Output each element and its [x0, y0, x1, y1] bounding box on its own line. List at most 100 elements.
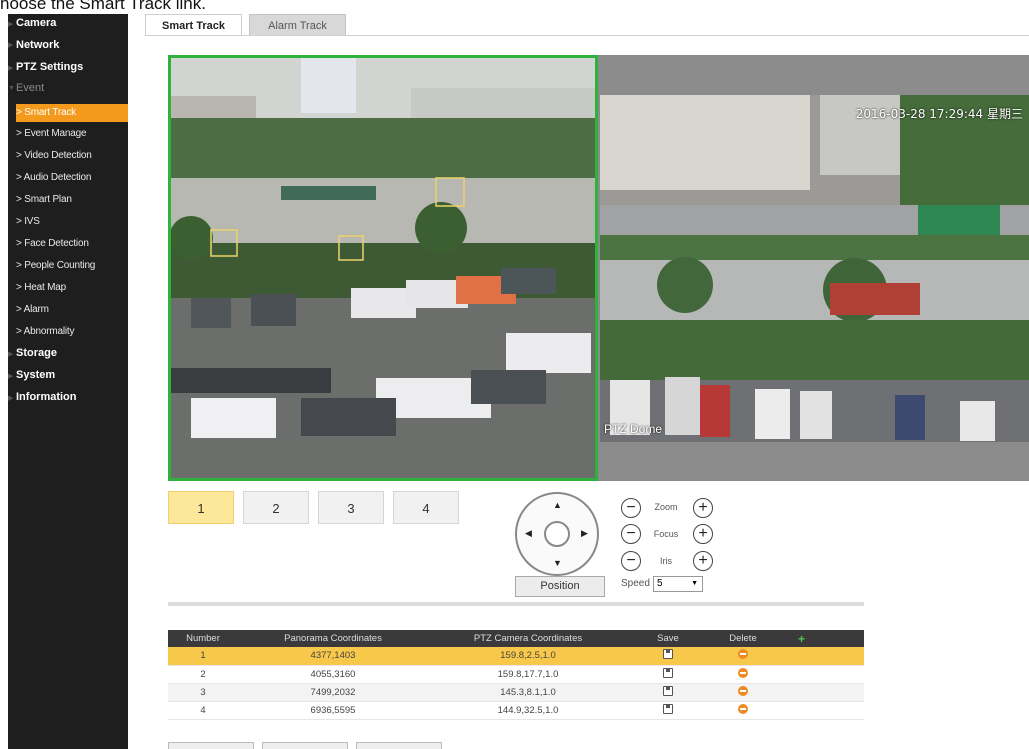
ptz-timestamp: 2016-03-28 17:29:44 星期三 [855, 107, 1023, 121]
bottom-button[interactable] [262, 742, 348, 749]
save-icon[interactable] [663, 685, 673, 696]
row-panorama: 6936,5595 [238, 701, 428, 720]
delete-cell [708, 701, 778, 720]
panorama-scene-image [171, 58, 595, 478]
col-delete: Delete [708, 630, 778, 647]
ptz-video[interactable]: 2016-03-28 17:29:44 星期三 PTZ Dome [600, 95, 1029, 442]
tab-divider [145, 35, 1029, 36]
zoom-label: Zoom [654, 502, 678, 512]
sidebar-item-event-manage[interactable]: > Event Manage [16, 128, 136, 139]
down-arrow-icon[interactable]: ▼ [553, 558, 562, 568]
row-ptz: 144.9,32.5,1.0 [428, 701, 628, 720]
row-panorama: 4055,3160 [238, 665, 428, 684]
left-arrow-icon[interactable]: ◀ [525, 528, 532, 539]
sidebar-item-abnormality[interactable]: > Abnormality [16, 326, 136, 337]
caret-icon: ▶ [8, 65, 14, 72]
table-row[interactable]: 4 6936,5595 144.9,32.5,1.0 [168, 701, 864, 720]
bottom-button[interactable] [356, 742, 442, 749]
iris-plus-button[interactable]: + [693, 551, 713, 571]
row-number: 3 [168, 683, 238, 702]
nav-network[interactable]: Network [16, 39, 59, 51]
sidebar-item-video-detection[interactable]: > Video Detection [16, 150, 136, 161]
channel-button-2[interactable]: 2 [243, 491, 309, 524]
position-button[interactable]: Position [515, 576, 605, 597]
col-number: Number [168, 630, 238, 647]
row-ptz: 159.8,2.5,1.0 [428, 647, 628, 666]
section-divider [168, 602, 864, 606]
sidebar-item-people-counting[interactable]: > People Counting [16, 260, 136, 271]
delete-icon[interactable] [738, 667, 748, 678]
sidebar-item-heat-map[interactable]: > Heat Map [16, 282, 136, 293]
caret-icon: ▶ [8, 42, 14, 49]
empty-cell [778, 701, 864, 720]
delete-icon[interactable] [738, 685, 748, 696]
col-ptz: PTZ Camera Coordinates [428, 630, 628, 647]
zoom-out-button[interactable]: − [621, 498, 641, 518]
empty-cell [778, 683, 864, 702]
row-ptz: 159.8,17.7,1.0 [428, 665, 628, 684]
sidebar: ▶ Camera ▶ Network ▶ PTZ Settings ▼ Even… [8, 14, 128, 749]
iris-minus-button[interactable]: − [621, 551, 641, 571]
save-icon[interactable] [663, 649, 673, 660]
sidebar-item-smart-plan[interactable]: > Smart Plan [16, 194, 136, 205]
caret-icon: ▶ [8, 351, 14, 358]
zoom-in-button[interactable]: + [693, 498, 713, 518]
delete-icon[interactable] [738, 703, 748, 714]
ptz-direction-pad[interactable]: ▲ ▼ ◀ ▶ [515, 492, 599, 576]
nav-camera[interactable]: Camera [16, 17, 56, 29]
row-number: 2 [168, 665, 238, 684]
smart-track-page: hoose the Smart Track link. ▶ Camera ▶ N… [0, 0, 1029, 749]
caret-icon: ▶ [8, 21, 14, 28]
focus-plus-button[interactable]: + [693, 524, 713, 544]
row-panorama: 7499,2032 [238, 683, 428, 702]
tab-alarm-track[interactable]: Alarm Track [249, 14, 346, 36]
table-row[interactable]: 1 4377,1403 159.8,2.5,1.0 [168, 647, 864, 666]
channel-button-3[interactable]: 3 [318, 491, 384, 524]
chevron-down-icon: ▼ [691, 580, 698, 587]
table-row[interactable]: 3 7499,2032 145.3,8.1,1.0 [168, 683, 864, 702]
save-icon[interactable] [663, 703, 673, 714]
nav-system[interactable]: System [16, 369, 55, 381]
delete-cell [708, 665, 778, 684]
focus-minus-button[interactable]: − [621, 524, 641, 544]
up-arrow-icon[interactable]: ▲ [553, 500, 562, 510]
instruction-text: hoose the Smart Track link. [0, 0, 206, 13]
delete-cell [708, 683, 778, 702]
ptz-center-button[interactable] [544, 521, 570, 547]
sidebar-item-face-detection[interactable]: > Face Detection [16, 238, 136, 249]
sidebar-item-alarm[interactable]: > Alarm [16, 304, 136, 315]
speed-value: 5 [657, 578, 663, 589]
sidebar-item-smart-track[interactable]: > Smart Track [16, 104, 128, 122]
row-number: 1 [168, 647, 238, 666]
row-ptz: 145.3,8.1,1.0 [428, 683, 628, 702]
row-number: 4 [168, 701, 238, 720]
nav-information[interactable]: Information [16, 391, 77, 403]
nav-ptz-settings[interactable]: PTZ Settings [16, 61, 83, 73]
caret-down-icon: ▼ [8, 85, 15, 92]
save-cell [628, 701, 708, 720]
empty-cell [778, 665, 864, 684]
save-cell [628, 647, 708, 666]
focus-label: Focus [653, 529, 679, 539]
tab-smart-track[interactable]: Smart Track [145, 14, 242, 36]
delete-icon[interactable] [738, 649, 748, 660]
channel-button-4[interactable]: 4 [393, 491, 459, 524]
add-icon[interactable]: + [798, 632, 805, 646]
bottom-button[interactable] [168, 742, 254, 749]
sidebar-item-audio-detection[interactable]: > Audio Detection [16, 172, 136, 183]
preset-table: Number Panorama Coordinates PTZ Camera C… [168, 630, 864, 720]
right-arrow-icon[interactable]: ▶ [581, 528, 588, 539]
panorama-video[interactable] [168, 55, 598, 481]
ptz-scene-image [600, 95, 1029, 442]
speed-select[interactable]: 5 ▼ [653, 576, 703, 592]
save-cell [628, 665, 708, 684]
sidebar-item-ivs[interactable]: > IVS [16, 216, 136, 227]
row-panorama: 4377,1403 [238, 647, 428, 666]
caret-icon: ▶ [8, 373, 14, 380]
nav-event[interactable]: Event [16, 82, 44, 94]
nav-storage[interactable]: Storage [16, 347, 57, 359]
channel-button-1[interactable]: 1 [168, 491, 234, 524]
col-add: + [778, 630, 864, 647]
save-icon[interactable] [663, 667, 673, 678]
table-row[interactable]: 2 4055,3160 159.8,17.7,1.0 [168, 665, 864, 684]
